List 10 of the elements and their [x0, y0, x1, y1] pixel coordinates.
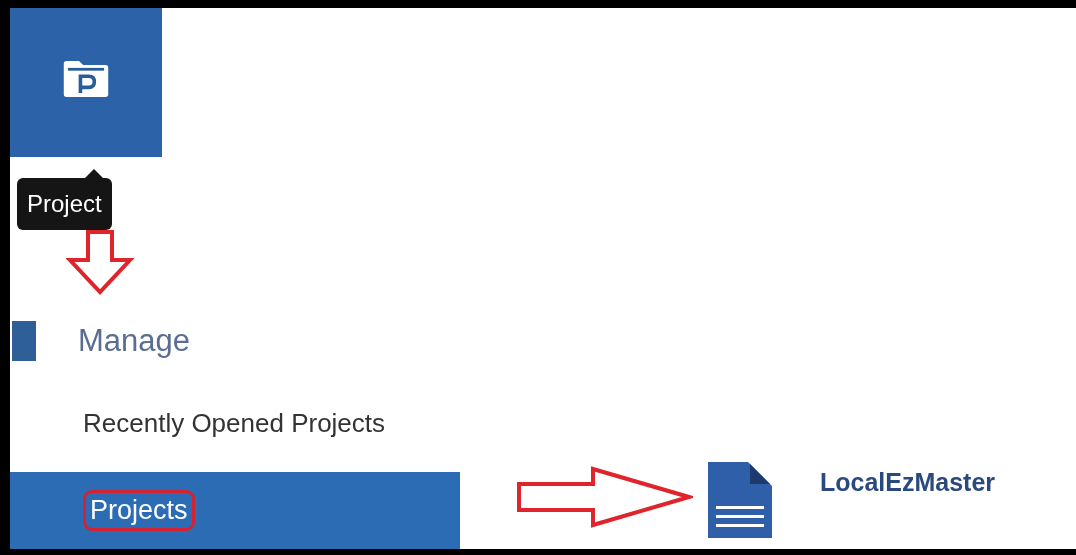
down-arrow-drawing — [66, 230, 136, 296]
tooltip: Project — [17, 178, 112, 230]
section-marker — [12, 321, 36, 361]
project-name[interactable]: LocalEzMaster — [820, 468, 996, 497]
tooltip-pointer — [85, 169, 103, 178]
nav-item[interactable]: Recently Opened Projects — [10, 404, 460, 442]
project-tile[interactable] — [10, 8, 162, 157]
section-heading: Manage — [78, 323, 191, 359]
document-icon[interactable] — [708, 462, 772, 538]
nav-item[interactable]: Projects — [10, 472, 460, 549]
